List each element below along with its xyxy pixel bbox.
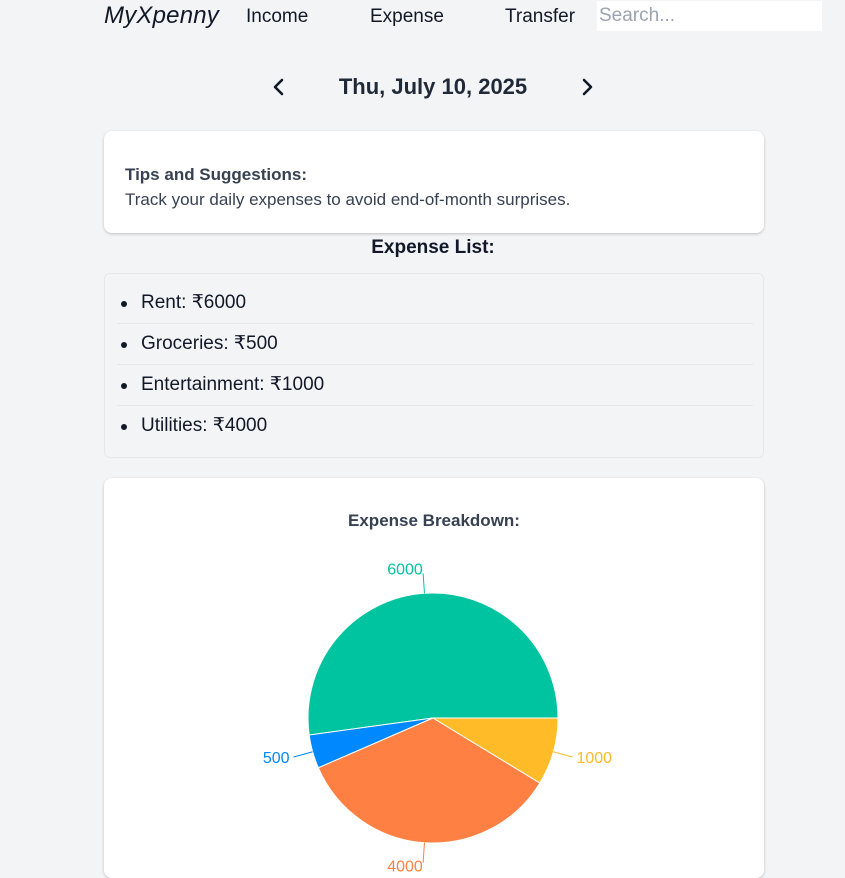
list-item-label: Rent: ₹6000 xyxy=(141,292,247,313)
expense-list-heading: Expense List: xyxy=(371,237,495,258)
pie-slice-label: 6000 xyxy=(387,561,423,578)
pie-chart: 6000 500 4000 1000 xyxy=(263,561,612,876)
nav-transfer-link[interactable]: Transfer xyxy=(505,6,575,28)
tips-body: Track your daily expenses to avoid end-o… xyxy=(125,190,571,209)
search-input[interactable] xyxy=(597,1,822,31)
list-item: Rent: ₹6000 xyxy=(117,283,753,324)
chevron-left-icon[interactable] xyxy=(268,76,290,98)
pie-slice-label: 500 xyxy=(263,750,290,767)
pie-slice[interactable] xyxy=(307,592,559,736)
list-item: Entertainment: ₹1000 xyxy=(117,365,753,406)
brand-logo[interactable]: MyXpenny xyxy=(104,2,219,30)
bullet-icon xyxy=(121,424,127,430)
pie-label-line xyxy=(422,573,425,594)
pie-slice-label: 1000 xyxy=(576,750,612,767)
pie-slice-label: 4000 xyxy=(387,859,423,876)
pie-label-line xyxy=(553,751,573,758)
list-item: Groceries: ₹500 xyxy=(117,324,753,365)
date-navigator: Thu, July 10, 2025 xyxy=(0,68,845,108)
chevron-right-icon[interactable] xyxy=(576,76,598,98)
nav-income-link[interactable]: Income xyxy=(246,6,308,28)
list-item-label: Groceries: ₹500 xyxy=(141,333,278,354)
pie-label-line xyxy=(422,842,425,863)
current-date: Thu, July 10, 2025 xyxy=(338,74,528,99)
expense-list: Rent: ₹6000 Groceries: ₹500 Entertainmen… xyxy=(104,273,764,458)
list-item-label: Entertainment: ₹1000 xyxy=(141,374,325,395)
tips-title: Tips and Suggestions: xyxy=(125,165,307,184)
nav-expense-link[interactable]: Expense xyxy=(370,6,444,28)
tips-card: Tips and Suggestions: Track your daily e… xyxy=(104,131,764,233)
bullet-icon xyxy=(121,342,127,348)
expense-breakdown-card: Expense Breakdown: 6000 500 4000 1000 xyxy=(104,478,764,878)
bullet-icon xyxy=(121,383,127,389)
pie-label-line xyxy=(293,751,313,758)
bullet-icon xyxy=(121,301,127,307)
top-navbar: MyXpenny Income Expense Transfer xyxy=(0,0,845,34)
list-item-label: Utilities: ₹4000 xyxy=(141,415,268,436)
list-item: Utilities: ₹4000 xyxy=(117,406,753,447)
